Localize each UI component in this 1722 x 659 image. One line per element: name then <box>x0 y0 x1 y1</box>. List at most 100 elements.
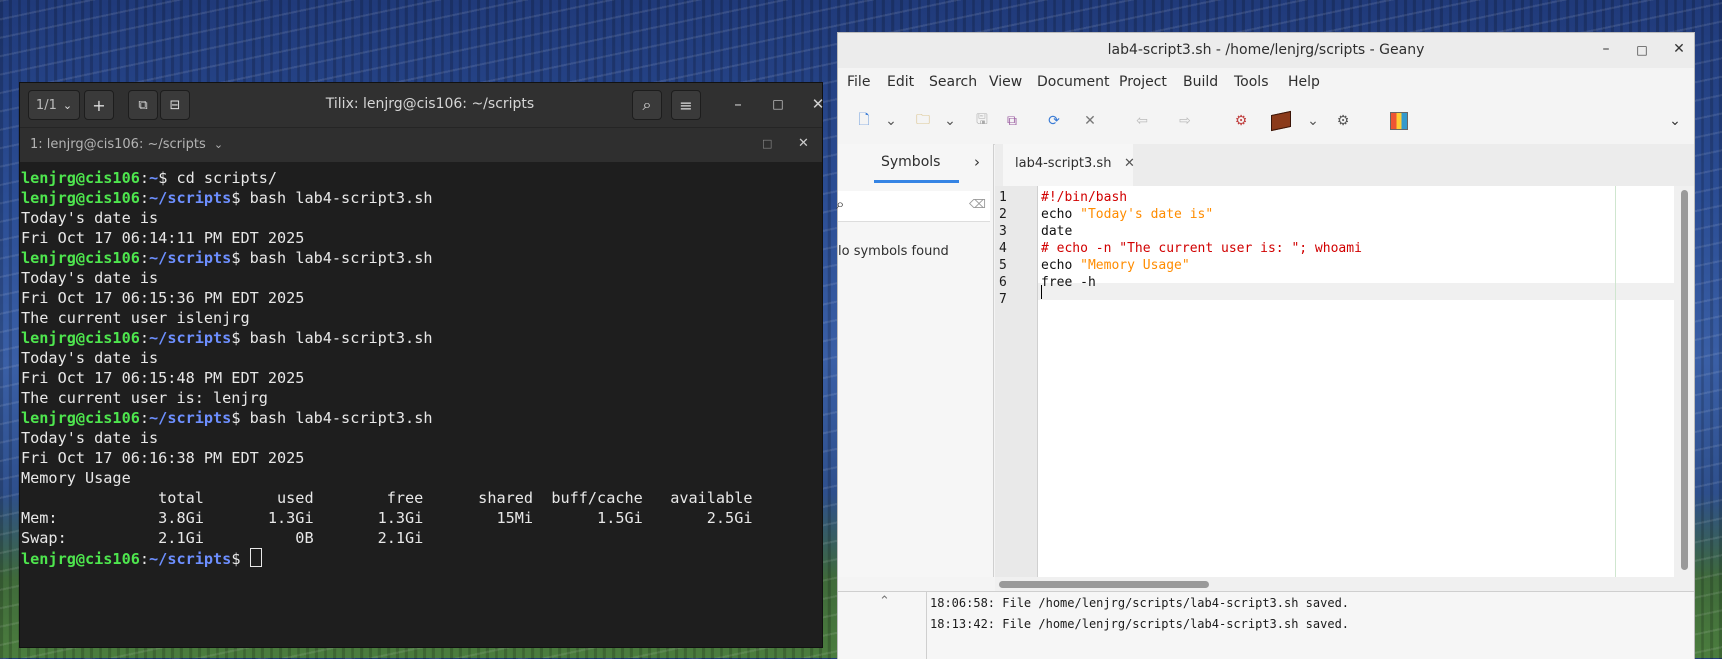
code-editor[interactable]: #!/bin/bash echo "Today's date is" date … <box>1038 186 1674 577</box>
code-line: echo "Today's date is" <box>1041 207 1213 222</box>
prompt-user: lenjrg@cis106 <box>21 409 140 427</box>
clear-icon[interactable]: ⌫ <box>969 197 986 211</box>
menu-edit[interactable]: Edit <box>887 74 914 90</box>
code-line: echo "Memory Usage" <box>1041 258 1190 273</box>
terminal-output[interactable]: lenjrg@cis106:~$ cd scripts/ lenjrg@cis1… <box>20 162 822 647</box>
new-file-icon: 🗋 <box>858 112 870 128</box>
menu-search[interactable]: Search <box>929 74 977 90</box>
navigate-forward-button[interactable]: ⇨ <box>1174 111 1196 131</box>
prompt-path: ~/scripts <box>149 249 232 267</box>
scrollbar-thumb[interactable] <box>1681 190 1688 570</box>
message-pane-toggle[interactable]: ⌃ <box>879 594 890 609</box>
close-button[interactable]: ✕ <box>1670 41 1688 57</box>
compile-button[interactable]: ⚙ <box>1230 111 1252 131</box>
build-dropdown[interactable]: ⌄ <box>1302 111 1324 131</box>
menu-tools[interactable]: Tools <box>1234 74 1269 90</box>
prompt-user: lenjrg@cis106 <box>21 329 140 347</box>
open-file-dropdown[interactable]: ⌄ <box>939 111 961 131</box>
prompt-separator: : <box>139 329 150 347</box>
code-string: "Today's date is" <box>1080 207 1214 222</box>
menu-build[interactable]: Build <box>1183 74 1218 90</box>
prompt-user: lenjrg@cis106 <box>21 550 140 568</box>
scrollbar-thumb[interactable] <box>999 581 1209 588</box>
minimize-button[interactable]: – <box>728 95 748 113</box>
toolbar-overflow-button[interactable]: ⌄ <box>1664 111 1686 131</box>
split-horizontal-button[interactable]: ⧉ <box>128 90 158 120</box>
vertical-scrollbar[interactable] <box>1674 186 1694 577</box>
command-text: $ bash lab4-script3.sh <box>231 189 433 207</box>
tilix-window: 1/1 ⌄ + ⧉ ⊟ Tilix: lenjrg@cis106: ~/scri… <box>20 83 824 647</box>
find-button[interactable]: ⌕ <box>632 90 662 120</box>
terminal-prompt-line: lenjrg@cis106:~/scripts$ <box>21 548 262 568</box>
active-tab-indicator <box>874 180 959 183</box>
arrow-right-icon: ⇨ <box>1179 113 1191 129</box>
prompt-separator: : <box>139 189 150 207</box>
menu-help[interactable]: Help <box>1288 74 1320 90</box>
no-symbols-label: lo symbols found <box>838 244 949 259</box>
split-vertical-button[interactable]: ⊟ <box>160 90 190 120</box>
code-line: date <box>1041 224 1073 239</box>
chevron-down-icon: ⌄ <box>1307 113 1319 129</box>
line-number: 3 <box>999 224 1007 239</box>
code-string: "Memory Usage" <box>1080 258 1190 273</box>
menu-project[interactable]: Project <box>1119 74 1167 90</box>
long-line-marker <box>1615 186 1616 577</box>
menu-file[interactable]: File <box>847 74 870 90</box>
tab-symbols[interactable]: Symbols <box>881 154 940 170</box>
geany-window: lab4-script3.sh - /home/lenjrg/scripts -… <box>836 33 1694 659</box>
maximize-button[interactable]: □ <box>768 97 788 111</box>
color-chooser-button[interactable] <box>1388 111 1410 131</box>
sidebar-next-tab-button[interactable]: › <box>974 153 980 171</box>
run-button[interactable]: ⚙ <box>1332 111 1354 131</box>
minimize-icon: – <box>1602 41 1610 57</box>
close-icon: ✕ <box>811 95 825 113</box>
menu-document[interactable]: Document <box>1037 74 1110 90</box>
terminal-prompt-line: lenjrg@cis106:~/scripts$ bash lab4-scrip… <box>21 409 433 427</box>
close-icon[interactable]: ✕ <box>1124 156 1135 171</box>
close-button[interactable]: ✕ <box>808 95 828 113</box>
horizontal-scrollbar[interactable] <box>995 577 1694 591</box>
search-icon: ⌕ <box>836 195 845 213</box>
new-file-dropdown[interactable]: ⌄ <box>880 111 902 131</box>
maximize-button[interactable]: □ <box>1633 43 1651 57</box>
terminal-prompt-line: lenjrg@cis106:~/scripts$ bash lab4-scrip… <box>21 249 433 267</box>
chevron-up-icon: ⌃ <box>879 594 890 609</box>
terminal-maximize-button[interactable]: □ <box>762 137 772 150</box>
new-file-button[interactable]: 🗋 <box>853 111 875 131</box>
reload-button[interactable]: ⟳ <box>1043 111 1065 131</box>
close-file-button[interactable]: ✕ <box>1079 111 1101 131</box>
prompt-path: ~/scripts <box>149 189 232 207</box>
terminal-prompt-line: lenjrg@cis106:~/scripts$ bash lab4-scrip… <box>21 189 433 207</box>
text-cursor <box>1041 285 1042 299</box>
terminal-close-button[interactable]: ✕ <box>798 136 809 151</box>
chevron-down-icon: ⌄ <box>1669 113 1681 129</box>
command-text: $ bash lab4-script3.sh <box>231 409 433 427</box>
terminal-output-line: Swap: 2.1Gi 0B 2.1Gi <box>21 529 424 547</box>
open-file-button[interactable]: 🗀 <box>912 111 934 131</box>
terminal-output-line: total used free shared buff/cache availa… <box>21 489 753 507</box>
sidebar: Symbols › ⌕ ⌫ lo symbols found <box>836 144 994 577</box>
window-title: lab4-script3.sh - /home/lenjrg/scripts -… <box>1107 42 1425 58</box>
line-number: 5 <box>999 258 1007 273</box>
navigate-back-button[interactable]: ⇦ <box>1131 111 1153 131</box>
menu-view[interactable]: View <box>989 74 1022 90</box>
add-session-button[interactable]: + <box>84 90 114 120</box>
reload-icon: ⟳ <box>1048 113 1060 129</box>
symbol-search-input[interactable]: ⌕ ⌫ <box>836 191 990 222</box>
window-title: Tilix: lenjrg@cis106: ~/scripts <box>325 96 535 112</box>
save-all-button[interactable]: ⧉ <box>1001 111 1023 131</box>
prompt-path: ~ <box>149 169 159 187</box>
menu-button[interactable]: ≡ <box>671 90 701 120</box>
prompt-separator: : <box>139 249 150 267</box>
code-keyword: echo <box>1041 258 1081 273</box>
tab-lab4-script3[interactable]: lab4-script3.sh ✕ <box>1003 144 1135 186</box>
session-switcher-button[interactable]: 1/1 ⌄ <box>28 90 80 120</box>
terminal-title-menu[interactable]: 1: lenjrg@cis106: ~/scripts ⌄ <box>30 137 223 152</box>
terminal-output-line: Mem: 3.8Gi 1.3Gi 1.3Gi 15Mi 1.5Gi 2.5Gi <box>21 509 753 527</box>
toolbar: 🗋 ⌄ 🗀 ⌄ 🖫 ⧉ ⟳ ✕ ⇦ ⇨ ⚙ ⌄ ⚙ ⌄ <box>838 98 1694 145</box>
save-button[interactable]: 🖫 <box>971 111 993 131</box>
terminal-output-line: Today's date is <box>21 269 159 287</box>
prompt-path: ~/scripts <box>149 329 232 347</box>
build-button[interactable] <box>1270 110 1292 132</box>
minimize-button[interactable]: – <box>1597 41 1615 57</box>
